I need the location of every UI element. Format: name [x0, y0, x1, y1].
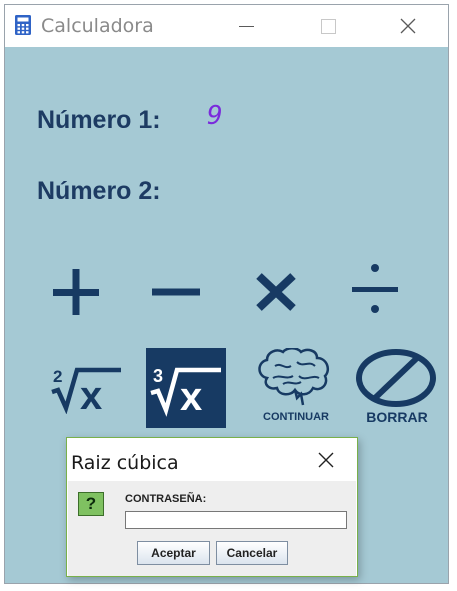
dialog-close-button[interactable]: [315, 449, 337, 471]
maximize-button[interactable]: [305, 5, 351, 47]
accept-button[interactable]: Aceptar: [137, 541, 210, 565]
square-root-index: 2: [53, 367, 62, 386]
cube-root-radicand: x: [180, 375, 202, 419]
close-icon: [400, 18, 416, 34]
number1-value[interactable]: 9: [207, 101, 223, 131]
cube-root-icon: 3 x: [150, 366, 221, 419]
square-root-button[interactable]: 2 x: [49, 362, 123, 418]
add-button[interactable]: [49, 264, 105, 320]
cube-root-index: 3: [153, 366, 163, 386]
subtract-button[interactable]: [150, 264, 206, 320]
plus-icon: [53, 269, 99, 315]
cube-root-button[interactable]: 3 x: [146, 348, 226, 428]
calculator-icon: [15, 15, 31, 35]
no-symbol-icon: [356, 349, 436, 407]
multiply-button[interactable]: [250, 264, 306, 320]
divide-button[interactable]: [348, 260, 404, 322]
title-bar: Calculadora: [5, 5, 448, 47]
password-label: CONTRASEÑA:: [125, 493, 207, 505]
number2-label: Número 2:: [37, 177, 161, 205]
question-icon: ?: [78, 492, 104, 516]
window-title: Calculadora: [41, 15, 154, 37]
clear-button[interactable]: BORRAR: [355, 348, 439, 428]
brain-icon: [258, 347, 329, 406]
dialog-title: Raiz cúbica: [71, 452, 179, 474]
minus-icon: [152, 288, 200, 296]
minimize-button[interactable]: [223, 5, 269, 47]
password-input[interactable]: [125, 511, 347, 529]
cancel-button[interactable]: Cancelar: [216, 541, 288, 565]
divide-icon: [352, 264, 398, 313]
square-root-radicand: x: [80, 374, 102, 414]
continue-button[interactable]: CONTINUAR: [255, 347, 337, 428]
cube-root-dialog: Raiz cúbica ? CONTRASEÑA: Aceptar Cancel…: [66, 437, 358, 577]
continue-label: CONTINUAR: [263, 411, 329, 423]
number1-label: Número 1:: [37, 106, 161, 134]
times-icon: [256, 273, 296, 311]
square-root-icon: 2 x: [51, 367, 121, 418]
close-icon: [318, 452, 334, 468]
dialog-body: ? CONTRASEÑA: Aceptar Cancelar: [68, 481, 356, 576]
clear-label: BORRAR: [366, 409, 428, 425]
close-button[interactable]: [385, 5, 431, 47]
